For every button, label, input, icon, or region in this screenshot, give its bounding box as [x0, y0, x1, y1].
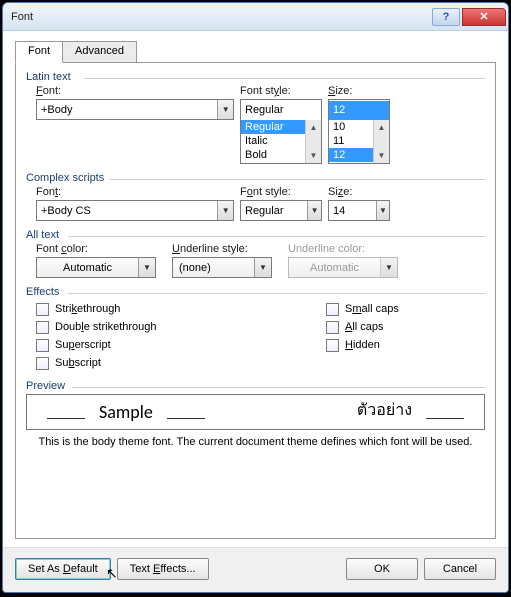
cs-size-input[interactable] [329, 201, 376, 220]
group-label-alltext: All text [26, 229, 485, 241]
underline-color-dropdown: Automatic [288, 257, 398, 278]
preview-sample-latin: Sample [95, 401, 157, 423]
cs-style-label: Font style: [240, 186, 322, 198]
set-as-default-button[interactable]: Set As Default [15, 558, 111, 580]
underline-style-dropdown[interactable]: (none) [172, 257, 272, 278]
group-label-latin: Latin text [26, 71, 485, 83]
font-style-label: Font style: [240, 85, 322, 97]
double-strikethrough-checkbox[interactable]: Double strikethrough [36, 318, 326, 336]
underline-color-label: Underline color: [288, 243, 398, 255]
subscript-checkbox[interactable]: Subscript [36, 354, 326, 372]
cs-font-label: Font: [36, 186, 234, 198]
font-color-label: Font color: [36, 243, 156, 255]
font-style-input[interactable] [241, 101, 321, 120]
cs-style-combo[interactable] [240, 200, 322, 221]
effects-group: Effects Strikethrough Double strikethrou… [26, 286, 485, 372]
all-text-group: All text Font color: Automatic Underline… [26, 229, 485, 278]
preview-box: Sample ตัวอย่าง [26, 394, 485, 430]
preview-underline [47, 418, 85, 419]
font-input[interactable] [37, 100, 217, 119]
small-caps-checkbox[interactable]: Small caps [326, 300, 399, 318]
font-combo[interactable] [36, 99, 234, 120]
window-title: Font [11, 11, 430, 23]
close-button[interactable]: ✕ [462, 8, 506, 26]
chevron-down-icon[interactable] [376, 201, 389, 220]
preview-sample-complex: ตัวอย่าง [353, 398, 416, 423]
titlebar[interactable]: Font ? ✕ [3, 3, 508, 31]
tab-page-font: Latin text Font: Font style: [15, 62, 496, 539]
font-color-dropdown[interactable]: Automatic [36, 257, 156, 278]
group-label-effects: Effects [26, 286, 485, 298]
complex-scripts-group: Complex scripts Font: Font style: [26, 172, 485, 221]
group-label-preview: Preview [26, 380, 485, 392]
dialog-footer: Set As Default Text Effects... OK Cancel… [3, 547, 508, 592]
chevron-down-icon[interactable] [307, 201, 321, 220]
strikethrough-checkbox[interactable]: Strikethrough [36, 300, 326, 318]
cs-size-label: Size: [328, 186, 390, 198]
size-combo[interactable] [328, 99, 390, 120]
cs-size-combo[interactable] [328, 200, 390, 221]
font-style-combo[interactable] [240, 99, 322, 120]
font-dialog: Font ? ✕ Font Advanced Latin text Font: [2, 2, 509, 593]
preview-group: Preview Sample ตัวอย่าง This is the body… [26, 380, 485, 448]
scrollbar[interactable]: ▲▼ [373, 120, 389, 163]
chevron-down-icon[interactable] [138, 258, 155, 277]
cs-font-input[interactable] [37, 201, 217, 220]
ok-button[interactable]: OK [346, 558, 418, 580]
help-button[interactable]: ? [432, 8, 460, 26]
all-caps-checkbox[interactable]: All caps [326, 318, 399, 336]
scrollbar[interactable]: ▲▼ [305, 120, 321, 163]
tab-font[interactable]: Font [15, 41, 63, 63]
size-input[interactable] [329, 101, 389, 120]
underline-style-label: Underline style: [172, 243, 272, 255]
cs-style-input[interactable] [241, 201, 307, 220]
group-label-complex: Complex scripts [26, 172, 485, 184]
hidden-checkbox[interactable]: Hidden [326, 336, 399, 354]
superscript-checkbox[interactable]: Superscript [36, 336, 326, 354]
chevron-down-icon [380, 258, 397, 277]
latin-text-group: Latin text Font: Font style: [26, 71, 485, 164]
chevron-down-icon[interactable] [254, 258, 271, 277]
preview-underline [426, 418, 464, 419]
size-list[interactable]: 10 11 12 ▲▼ [328, 120, 390, 164]
tab-strip: Font Advanced [15, 41, 496, 63]
chevron-down-icon[interactable] [217, 201, 233, 220]
preview-underline [167, 418, 205, 419]
cs-font-combo[interactable] [36, 200, 234, 221]
preview-description: This is the body theme font. The current… [26, 436, 485, 448]
font-style-list[interactable]: Regular Italic Bold ▲▼ [240, 120, 322, 164]
tab-advanced[interactable]: Advanced [63, 41, 137, 63]
chevron-down-icon[interactable] [217, 100, 233, 119]
cancel-button[interactable]: Cancel [424, 558, 496, 580]
text-effects-button[interactable]: Text Effects... [117, 558, 209, 580]
client-area: Font Advanced Latin text Font: Font s [3, 31, 508, 547]
size-label: Size: [328, 85, 390, 97]
font-label: Font: [36, 85, 234, 97]
